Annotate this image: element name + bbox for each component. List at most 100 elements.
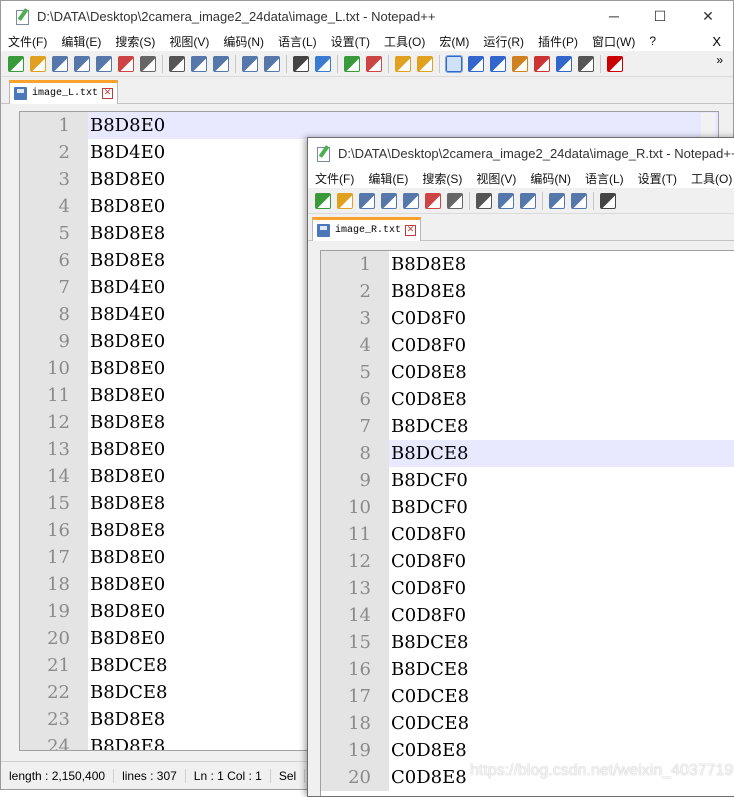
menu-item[interactable]: 文件(F) <box>308 170 361 187</box>
menu-item[interactable]: 语言(L) <box>578 170 631 187</box>
toolbar-button-icon[interactable] <box>96 55 112 72</box>
toolbar-button-icon[interactable] <box>140 55 156 72</box>
text-line[interactable]: 12 C0D8F0 <box>321 548 734 575</box>
toolbar-button-icon[interactable] <box>315 192 331 209</box>
menu-item[interactable]: 编码(N) <box>523 170 578 187</box>
menu-close-button[interactable]: X <box>712 34 721 49</box>
menu-item[interactable]: 语言(L) <box>271 33 324 50</box>
text-line[interactable]: 6 C0D8E8 <box>321 386 734 413</box>
menu-item[interactable]: 搜索(S) <box>415 170 469 187</box>
text-line[interactable]: 9 B8DCF0 <box>321 467 734 494</box>
text-line[interactable]: 1 B8D8E0 <box>20 112 718 139</box>
text-line[interactable]: 19 C0D8E8 <box>321 737 734 764</box>
tab-close-icon[interactable]: ✕ <box>102 88 114 99</box>
toolbar-button-icon[interactable] <box>445 54 463 73</box>
toolbar-button-icon[interactable] <box>520 192 536 209</box>
menu-item[interactable]: 编辑(E) <box>361 170 415 187</box>
toolbar-button-icon[interactable] <box>607 55 623 72</box>
toolbar-button-icon[interactable] <box>169 55 185 72</box>
toolbar-button-icon[interactable] <box>242 55 258 72</box>
menu-item[interactable]: 视图(V) <box>469 170 523 187</box>
text-line[interactable]: 1 B8D8E8 <box>321 251 734 278</box>
line-text: C0D8E8 <box>391 767 467 788</box>
menu-item[interactable]: 设置(T) <box>324 33 377 50</box>
toolbar-button-icon[interactable] <box>468 55 484 72</box>
line-number: 5 <box>20 220 88 247</box>
toolbar-button-icon[interactable] <box>74 55 90 72</box>
toolbar-button-icon[interactable] <box>191 55 207 72</box>
maximize-icon[interactable]: ☐ <box>637 1 683 31</box>
toolbar-button-icon[interactable] <box>337 192 353 209</box>
toolbar-button-icon[interactable] <box>315 55 331 72</box>
menu-item[interactable]: 窗口(W) <box>585 33 642 50</box>
close-icon[interactable]: ✕ <box>685 1 731 31</box>
text-line[interactable]: 8 B8DCE8 <box>321 440 734 467</box>
menu-bar: 文件(F) 编辑(E) 搜索(S) 视图(V) 编码(N) 语言(L) 设置(T) 工具(O)… <box>1 31 733 51</box>
menu-item[interactable]: 文件(F) <box>1 33 54 50</box>
toolbar-button-icon[interactable] <box>534 55 550 72</box>
toolbar-button-icon[interactable] <box>366 55 382 72</box>
menu-item[interactable]: 工具(O) <box>377 33 432 50</box>
toolbar-button-icon[interactable] <box>512 55 528 72</box>
toolbar-button-icon[interactable] <box>556 55 572 72</box>
toolbar-button-icon[interactable] <box>571 192 587 209</box>
toolbar-button-icon[interactable] <box>30 55 46 72</box>
menu-item[interactable]: 搜索(S) <box>108 33 162 50</box>
toolbar-button-icon[interactable] <box>213 55 229 72</box>
toolbar-button-icon[interactable] <box>476 192 492 209</box>
text-line[interactable]: 10 B8DCF0 <box>321 494 734 521</box>
line-text: B8DCE8 <box>391 632 469 653</box>
menu-item[interactable]: ? <box>642 34 663 48</box>
text-line[interactable]: 7 B8DCE8 <box>321 413 734 440</box>
line-number: 23 <box>20 706 88 733</box>
text-line[interactable]: 14 C0D8F0 <box>321 602 734 629</box>
toolbar-button-icon[interactable] <box>403 192 419 209</box>
toolbar-button-icon[interactable] <box>395 55 411 72</box>
tab-image-r[interactable]: image_R.txt ✕ <box>312 217 422 241</box>
text-line[interactable]: 15 B8DCE8 <box>321 629 734 656</box>
text-line[interactable]: 11 C0D8F0 <box>321 521 734 548</box>
toolbar-button-icon[interactable] <box>359 192 375 209</box>
toolbar-button-icon[interactable] <box>447 192 463 209</box>
menu-item[interactable]: 宏(M) <box>432 33 476 50</box>
toolbar-button-icon[interactable] <box>118 55 134 72</box>
toolbar-button-icon[interactable] <box>417 55 433 72</box>
text-line[interactable]: 5 C0D8E8 <box>321 359 734 386</box>
minimize-icon[interactable]: ─ <box>591 1 637 31</box>
text-line[interactable]: 4 C0D8F0 <box>321 332 734 359</box>
menu-item[interactable]: 设置(T) <box>631 170 684 187</box>
toolbar-button-icon[interactable] <box>600 192 616 209</box>
line-number: 9 <box>321 467 389 494</box>
menu-item[interactable]: 编码(N) <box>216 33 271 50</box>
toolbar-button-icon[interactable] <box>549 192 565 209</box>
text-line[interactable]: 3 C0D8F0 <box>321 305 734 332</box>
toolbar-button-icon[interactable] <box>344 55 360 72</box>
toolbar-button-icon[interactable] <box>490 55 506 72</box>
toolbar-button-icon[interactable] <box>8 55 24 72</box>
toolbar-button-icon[interactable] <box>264 55 280 72</box>
toolbar-button-icon[interactable] <box>498 192 514 209</box>
tab-image-l[interactable]: image_L.txt ✕ <box>9 80 119 104</box>
menu-item[interactable]: 插件(P) <box>531 33 585 50</box>
text-line[interactable]: 16 B8DCE8 <box>321 656 734 683</box>
tab-close-icon[interactable]: ✕ <box>405 225 417 236</box>
line-text: C0D8F0 <box>391 524 467 545</box>
toolbar-overflow-button[interactable]: » <box>716 53 723 67</box>
text-line[interactable]: 13 C0D8F0 <box>321 575 734 602</box>
toolbar-button-icon[interactable] <box>52 55 68 72</box>
text-line[interactable]: 17 C0DCE8 <box>321 683 734 710</box>
text-line[interactable]: 2 B8D8E8 <box>321 278 734 305</box>
toolbar <box>1 51 733 77</box>
toolbar-separator <box>235 54 236 73</box>
menu-item[interactable]: 视图(V) <box>162 33 216 50</box>
toolbar-button-icon[interactable] <box>425 192 441 209</box>
menu-item[interactable]: 运行(R) <box>476 33 531 50</box>
text-line[interactable]: 18 C0DCE8 <box>321 710 734 737</box>
toolbar-button-icon[interactable] <box>578 55 594 72</box>
text-editor[interactable]: 1 B8D8E8 2 B8D8E8 3 C0D8F0 4 C0D8F0 5 C0D8E8 6 C0D8… <box>320 250 734 796</box>
toolbar-button-icon[interactable] <box>381 192 397 209</box>
menu-bar: 文件(F) 编辑(E) 搜索(S) 视图(V) 编码(N) 语言(L) 设置(T) 工具(O) <box>308 168 734 188</box>
toolbar-button-icon[interactable] <box>293 55 309 72</box>
menu-item[interactable]: 编辑(E) <box>54 33 108 50</box>
menu-item[interactable]: 工具(O) <box>684 170 734 187</box>
